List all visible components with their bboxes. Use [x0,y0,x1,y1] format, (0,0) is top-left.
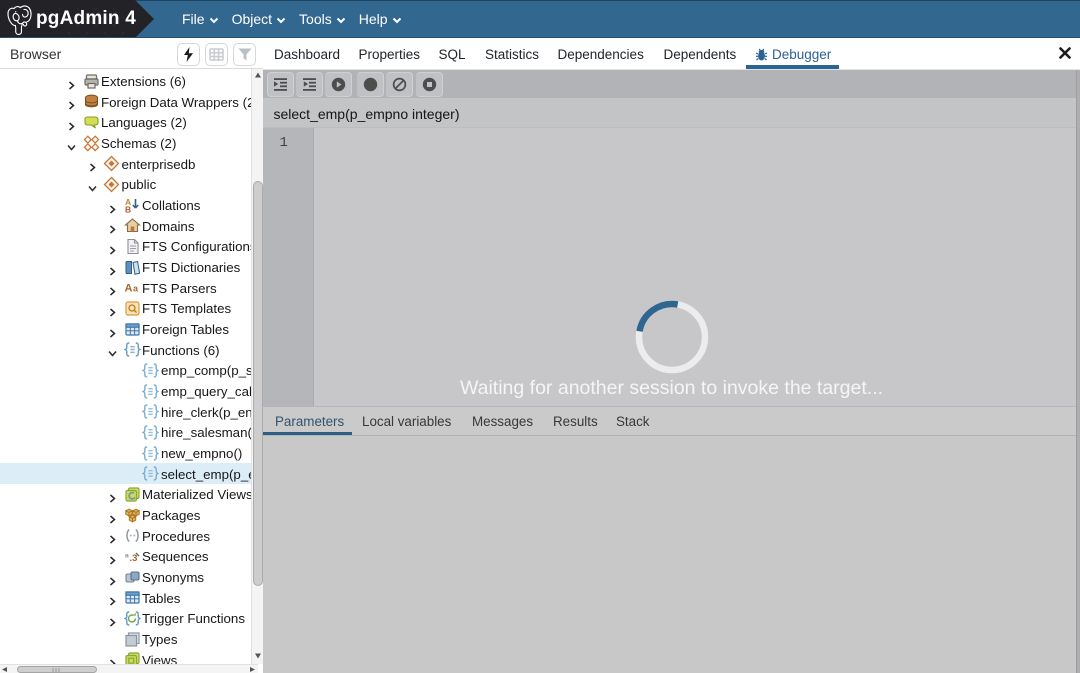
svg-text:B: B [125,204,131,214]
svg-text:A: A [124,283,132,295]
svg-text:.3: .3 [129,553,137,564]
svg-text:a: a [133,284,139,294]
svg-text:ⁿ: ⁿ [125,552,129,563]
